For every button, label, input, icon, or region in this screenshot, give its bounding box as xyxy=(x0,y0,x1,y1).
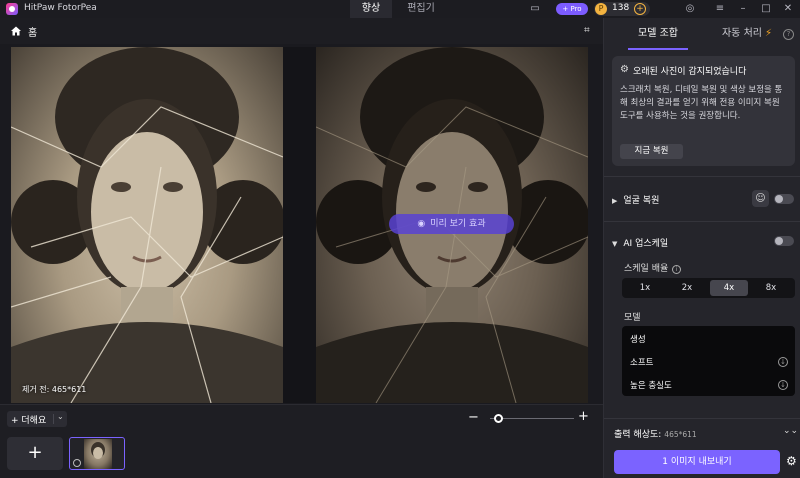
model-item-generate[interactable]: 생성 xyxy=(630,333,646,345)
chevron-down-icon[interactable]: ⌄ xyxy=(57,412,64,421)
section-divider xyxy=(604,176,800,177)
help-icon[interactable]: ? xyxy=(783,29,794,40)
tab-auto-process-label: 자동 처리 xyxy=(721,28,762,39)
scale-option-8x[interactable]: 8x xyxy=(752,280,790,296)
tab-enhance[interactable]: 향상 xyxy=(350,0,392,18)
app-title: HitPaw FotorPea xyxy=(24,3,97,13)
scale-factor-label: 스케일 배율 i xyxy=(624,261,682,274)
zoom-slider-knob[interactable] xyxy=(493,414,503,423)
model-item-high-fidelity[interactable]: 높은 충실도 xyxy=(630,379,672,391)
account-icon[interactable]: ◎ xyxy=(684,3,696,15)
image-canvas: 제거 전: 465*611 ◉ 미리 보기 효과 xyxy=(0,44,603,404)
caret-right-icon: ▶ xyxy=(612,197,618,205)
app-logo-icon xyxy=(6,3,18,15)
add-credits-icon[interactable]: + xyxy=(634,3,646,15)
maximize-icon[interactable]: □ xyxy=(760,3,772,15)
caret-down-icon: ▼ xyxy=(612,240,618,248)
thumbnail-portrait xyxy=(84,439,112,469)
output-resolution-label: 출력 해상도: xyxy=(614,430,662,440)
title-bar: HitPaw FotorPea 향상 편집기 ▭ + Pro P 138 + ◎… xyxy=(0,0,800,18)
output-resolution: 출력 해상도: 465*611 xyxy=(614,427,697,440)
add-more-label: + 더해요 xyxy=(11,416,47,426)
home-label[interactable]: 홈 xyxy=(28,24,37,39)
image-thumbnail[interactable] xyxy=(69,437,125,470)
compare-divider[interactable] xyxy=(283,47,316,403)
preview-effect-button[interactable]: ◉ 미리 보기 효과 xyxy=(389,214,514,234)
output-resolution-value: 465*611 xyxy=(664,430,697,439)
before-photo: 제거 전: 465*611 xyxy=(11,47,283,403)
face-icon[interactable]: ☺ xyxy=(752,190,769,207)
portrait-before-illustration xyxy=(11,47,283,403)
restore-now-button[interactable]: 지금 복원 xyxy=(620,144,683,159)
scale-option-4x[interactable]: 4x xyxy=(710,280,748,296)
settings-panel: 모델 조합 자동 처리 ⚡ ? ⚙ 오래된 사진이 감지되었습니다 스크래치 복원… xyxy=(603,18,800,478)
thumbnail-status-icon xyxy=(73,459,81,467)
preview-effect-label: 미리 보기 효과 xyxy=(430,219,486,229)
download-icon[interactable]: ↓ xyxy=(778,380,788,390)
face-restore-header[interactable]: ▶ 얼굴 복원 xyxy=(612,193,659,206)
tab-editor[interactable]: 편집기 xyxy=(397,0,445,18)
notice-title: 오래된 사진이 감지되었습니다 xyxy=(633,67,747,77)
original-size-label: 제거 전: 465*611 xyxy=(22,385,87,394)
gear-icon: ⚙ xyxy=(620,64,629,75)
coin-icon: P xyxy=(595,3,607,15)
scale-factor-selector: 1x 2x 4x 8x xyxy=(622,278,795,298)
export-button[interactable]: 1 이미지 내보내기 xyxy=(614,450,780,474)
collapse-icon[interactable]: ⌄⌄ xyxy=(783,426,798,436)
scale-option-1x[interactable]: 1x xyxy=(626,280,664,296)
face-restore-toggle[interactable] xyxy=(774,194,794,204)
tab-model-combo[interactable]: 모델 조합 xyxy=(618,18,698,50)
pro-badge[interactable]: + Pro xyxy=(556,3,588,15)
zoom-in-button[interactable]: + xyxy=(578,410,589,424)
model-list: 생성 소프트 ↓ 높은 충실도 ↓ xyxy=(622,326,795,396)
scale-factor-text: 스케일 배율 xyxy=(624,264,669,274)
tab-auto-process[interactable]: 자동 처리 ⚡ xyxy=(716,18,778,50)
export-settings-icon[interactable]: ⚙ xyxy=(786,454,797,468)
credits-widget[interactable]: P 138 + xyxy=(594,2,650,16)
credits-count: 138 xyxy=(612,3,630,13)
menu-icon[interactable]: ≡ xyxy=(714,3,726,15)
ai-upscale-label: AI 업스케일 xyxy=(623,239,669,249)
notice-description: 스크래치 복원, 디테일 복원 및 색상 보정을 통해 최상의 결과를 얻기 위… xyxy=(620,85,783,121)
section-divider xyxy=(604,418,800,419)
window-icon[interactable]: ▭ xyxy=(529,3,541,15)
add-more-button[interactable]: + 더해요 ⌄ xyxy=(7,411,67,427)
model-item-soft[interactable]: 소프트 xyxy=(630,356,653,368)
scale-option-2x[interactable]: 2x xyxy=(668,280,706,296)
ai-upscale-header[interactable]: ▼ AI 업스케일 xyxy=(612,236,668,249)
section-divider xyxy=(604,221,800,222)
info-icon[interactable]: i xyxy=(672,265,682,274)
home-icon[interactable] xyxy=(10,25,22,37)
download-icon[interactable]: ↓ xyxy=(778,357,788,367)
minimize-icon[interactable]: – xyxy=(737,3,749,15)
add-more-separator xyxy=(53,414,54,424)
old-photo-notice: ⚙ 오래된 사진이 감지되었습니다 스크래치 복원, 디테일 복원 및 색상 보… xyxy=(612,56,795,166)
ai-upscale-toggle[interactable] xyxy=(774,236,794,246)
model-label: 모델 xyxy=(624,313,641,323)
close-icon[interactable]: ✕ xyxy=(782,3,794,15)
lightning-icon: ⚡ xyxy=(764,28,772,39)
crop-icon[interactable]: ⌗ xyxy=(584,25,596,37)
bottom-bar: + 더해요 ⌄ − + + xyxy=(0,404,603,478)
breadcrumb: 홈 ⌗ xyxy=(0,18,603,44)
add-image-button[interactable]: + xyxy=(7,437,63,470)
zoom-out-button[interactable]: − xyxy=(468,411,479,425)
eye-icon: ◉ xyxy=(417,219,426,229)
face-restore-label: 얼굴 복원 xyxy=(623,196,660,206)
